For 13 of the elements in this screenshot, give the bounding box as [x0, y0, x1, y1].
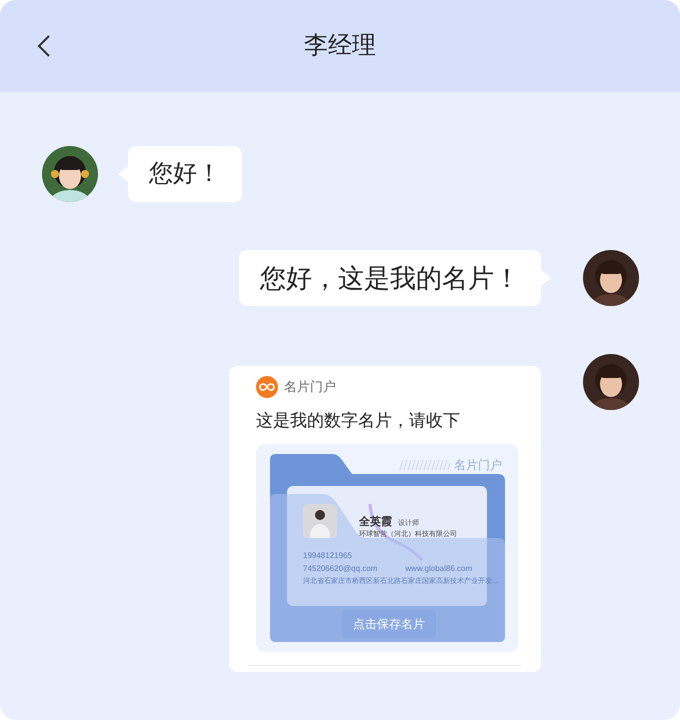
person-name: 全英霞 [359, 514, 392, 530]
source-label: 名片门户 [284, 378, 336, 396]
message-text: 这是我的数字名片，请收下 [256, 410, 461, 432]
message-bubble: 您好，这是我的名片！ [239, 250, 541, 306]
logo-icon [256, 376, 278, 398]
website-address: www.global86.com [405, 564, 472, 574]
chat-title: 李经理 [304, 31, 376, 61]
stripes-icon [398, 460, 450, 470]
message-bubble: 您好！ [128, 146, 242, 202]
brand-watermark: 名片门户 [454, 456, 502, 474]
email-address: 745206620@qq.com [303, 564, 378, 574]
phone-number: 19948121965 [303, 550, 353, 560]
back-icon[interactable] [36, 34, 52, 58]
